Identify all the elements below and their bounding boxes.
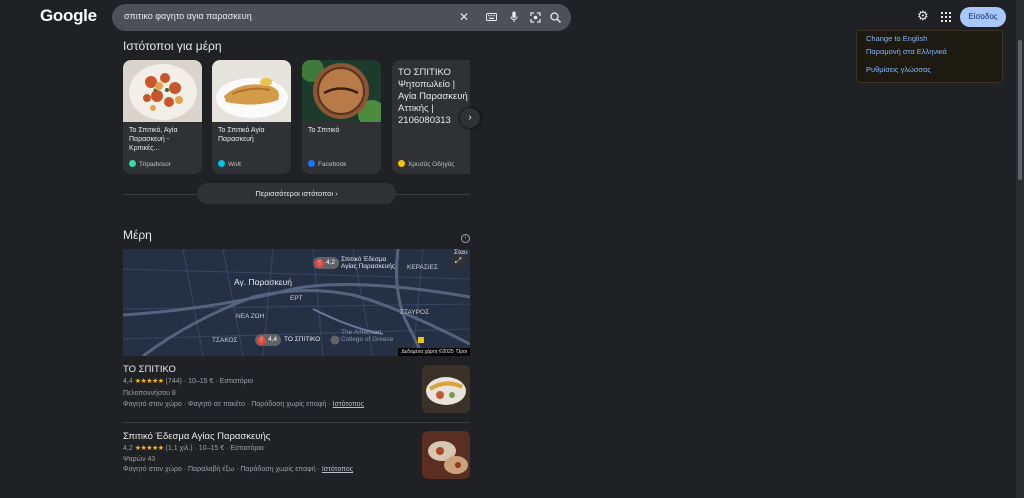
map-label-stavros: ΣΤΑΥΡΟΣ (400, 309, 430, 316)
website-card-xo[interactable]: ΤΟ ΣΠΙΤΙΚΟ Ψητοπωλείο | Αγία Παρασκευή Α… (392, 60, 470, 174)
places-section-title: Μέρη (123, 228, 152, 242)
food-thumbnail (123, 60, 202, 122)
map-pin-spitiko-edesma[interactable]: 🍴 4,2 (313, 257, 340, 269)
rating-stars: ★★★★★ (134, 378, 164, 385)
place-address: Ψαρών 43 (123, 456, 156, 463)
map-pin-label: Σπιτικό Έδεσμα Αγίας Παρασκευής (341, 256, 395, 270)
card-source: Tripadvisor (129, 160, 171, 168)
facebook-icon (308, 160, 315, 167)
keyboard-icon[interactable] (486, 13, 497, 24)
apps-grid-icon[interactable] (941, 12, 951, 25)
keep-greek-link[interactable]: Παραμονή στα Ελληνικά (866, 47, 947, 56)
map-attribution: Δεδομένα χάρτη ©2025 Όροι (398, 348, 470, 356)
carousel-next-button[interactable]: › (460, 108, 480, 128)
restaurant-pin-icon: 🍴 (315, 259, 324, 268)
language-settings-link[interactable]: Ρυθμίσεις γλώσσας (866, 65, 931, 74)
more-websites-button[interactable]: Περισσότεροι ιστότοποι › (197, 183, 396, 204)
search-input[interactable]: σπιτικο φαγητο αγια παρασκευη (124, 11, 252, 21)
card-source: Facebook (308, 160, 347, 168)
scrollbar-thumb[interactable] (1018, 40, 1022, 180)
sign-in-button[interactable]: Είσοδος (960, 7, 1006, 27)
map-label-american-college: The American College of Greece (341, 329, 394, 343)
language-panel: Change to English Παραμονή στα Ελληνικά … (856, 30, 1003, 83)
map-label-ert: ΕΡΤ (290, 295, 303, 302)
close-icon[interactable]: ✕ (459, 11, 469, 23)
gear-icon[interactable]: ⚙ (917, 9, 929, 22)
place-rating-line: 4,4 ★★★★★ (744) · 10–15 € · Εστιατόριο (123, 378, 254, 385)
chevron-right-icon: › (335, 189, 338, 198)
card-title: Το Σπιτικό (308, 127, 340, 134)
place-rating-line: 4,2 ★★★★★ (1,1 χιλ.) · 10–15 € · Εστιατό… (123, 445, 264, 452)
place-photo[interactable] (422, 431, 470, 479)
page-scrollbar[interactable] (1016, 0, 1024, 498)
map-terms-link[interactable]: Όροι (456, 349, 467, 355)
map-pin-to-spitiko[interactable]: 🍴 4,4 (255, 334, 282, 346)
website-card-wolt[interactable]: Το Σπιτικό Αγία Παρασκευή Wolt (212, 60, 291, 174)
card-source: Wolt (218, 160, 241, 168)
food-thumbnail (212, 60, 291, 122)
card-title: Το Σπιτικό Αγία Παρασκευή (218, 127, 265, 143)
mic-icon[interactable] (510, 11, 518, 26)
card-title: ΤΟ ΣΠΙΤΙΚΟ Ψητοπωλείο | Αγία Παρασκευή Α… (398, 67, 468, 126)
card-title: Το Σπιτικό, Αγία Παρασκευή - Κριτικές... (129, 127, 178, 152)
place-address: Πελοποννήσου 8 (123, 390, 176, 397)
website-card-facebook[interactable]: Το Σπιτικό Facebook (302, 60, 381, 174)
info-icon[interactable]: i (461, 234, 470, 243)
tripadvisor-icon (129, 160, 136, 167)
logo-thumbnail (302, 60, 381, 128)
map-label-nea-zoi: ΝΕΑ ΖΩΗ (236, 313, 265, 320)
wolt-icon (218, 160, 225, 167)
map-pin-label: ΤΟ ΣΠΙΤΙΚΟ (284, 336, 321, 343)
restaurant-pin-icon: 🍴 (257, 336, 266, 345)
website-card-tripadvisor[interactable]: Το Σπιτικό, Αγία Παρασκευή - Κριτικές...… (123, 60, 202, 174)
place-title[interactable]: ΤΟ ΣΠΙΤΙΚΟ (123, 364, 176, 375)
place-website-link[interactable]: Ιστότοπος (333, 401, 364, 408)
place-services: Φαγητό στον χώρο · Παραλαβή έξω · Παράδο… (123, 466, 354, 473)
google-logo[interactable]: Google (40, 6, 97, 26)
header-bar: Google σπιτικο φαγητο αγια παρασκευη ✕ ⚙… (0, 0, 1024, 34)
place-services: Φαγητό στον χώρο · Φαγητό σε πακέτο · Πα… (123, 401, 364, 408)
rating-stars: ★★★★★ (134, 445, 164, 452)
xo-icon (398, 160, 405, 167)
result-divider (123, 422, 470, 423)
change-to-english-link[interactable]: Change to English (866, 34, 927, 43)
places-map[interactable]: Αγ. Παρασκευή ΕΡΤ ΝΕΑ ΖΩΗ ΤΣΑΚΟΣ ΣΤΑΥΡΟΣ… (123, 249, 470, 356)
expand-map-icon[interactable]: ⤢ (451, 254, 465, 268)
card-source: Χρυσός Οδηγός (398, 160, 454, 168)
map-label-agia-paraskevi: Αγ. Παρασκευή (234, 277, 292, 287)
websites-section-title: Ιστότοποι για μέρη (123, 39, 222, 53)
lens-icon[interactable] (530, 12, 541, 26)
search-icon[interactable] (550, 12, 561, 26)
search-box[interactable]: σπιτικο φαγητο αγια παρασκευη ✕ (112, 4, 571, 31)
place-website-link[interactable]: Ιστότοπος (322, 466, 353, 473)
map-label-kerasies: ΚΕΡΑΣΙΕΣ (407, 264, 439, 271)
place-photo[interactable] (422, 365, 470, 413)
place-title[interactable]: Σπιτικό Έδεσμα Αγίας Παρασκευής (123, 431, 270, 442)
map-label-tsakos: ΤΣΑΚΟΣ (212, 337, 238, 344)
